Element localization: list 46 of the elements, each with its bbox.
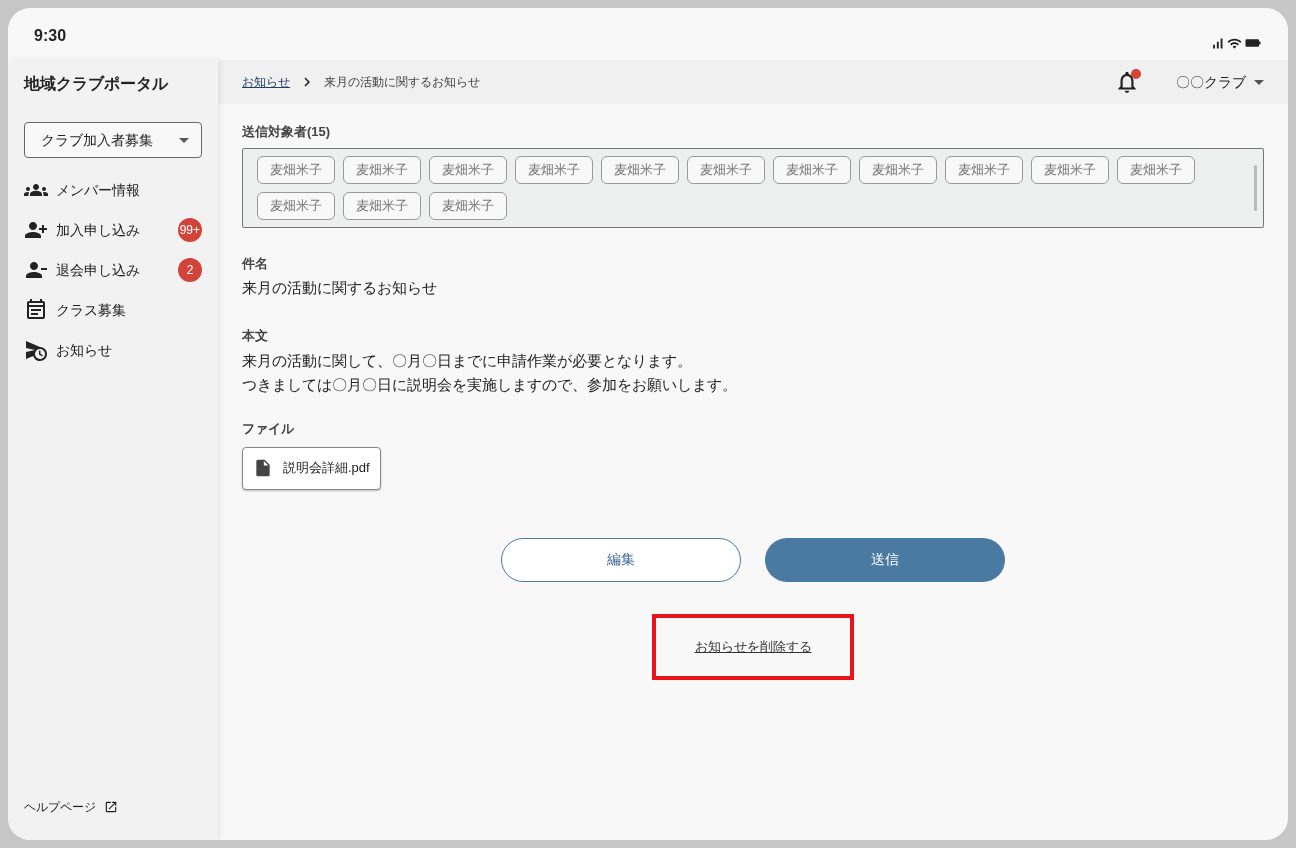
recipient-chip: 麦畑米子 — [429, 155, 507, 184]
club-select[interactable]: クラブ加入者募集 — [24, 122, 202, 158]
subject-text: 来月の活動に関するお知らせ — [242, 278, 438, 298]
recipient-chip: 麦畑米子 — [687, 155, 765, 184]
count-badge: 99+ — [177, 218, 202, 242]
external-link-icon — [104, 800, 118, 814]
recipient-chip: 麦畑米子 — [257, 191, 335, 220]
body-text: つきましては〇月〇日に説明会を実施しますので、参加をお願いします。 — [242, 375, 738, 395]
recipient-chip: 麦畑米子 — [429, 191, 507, 220]
help-link[interactable]: ヘルプページ — [24, 798, 96, 816]
club-menu[interactable]: 〇〇クラブ — [1176, 71, 1264, 93]
status-time: 9:30 — [34, 26, 67, 46]
recipient-chip: 麦畑米子 — [773, 155, 851, 184]
sidebar-item[interactable]: 退会申し込み 2 — [16, 250, 210, 290]
edit-button[interactable]: 編集 — [501, 537, 741, 582]
dropdown-caret-icon — [1254, 79, 1264, 85]
sidebar-item[interactable]: お知らせ — [16, 330, 210, 370]
breadcrumb-link[interactable]: お知らせ — [242, 73, 290, 91]
scheduled-send-icon — [24, 338, 48, 362]
file-attachment[interactable]: 説明会詳細.pdf — [242, 446, 381, 490]
sidebar-item[interactable]: メンバー情報 — [16, 170, 210, 210]
body-text: 来月の活動に関して、〇月〇日までに申請作業が必要となります。 — [242, 351, 693, 371]
send-button[interactable]: 送信 — [765, 537, 1005, 582]
count-badge: 2 — [178, 258, 202, 282]
delete-link[interactable]: お知らせを削除する — [694, 636, 812, 657]
recipient-chip: 麦畑米子 — [859, 155, 937, 184]
recipient-chip: 麦畑米子 — [601, 155, 679, 184]
scrollbar — [1254, 164, 1257, 211]
recipient-chip: 麦畑米子 — [515, 155, 593, 184]
field-label: ファイル — [242, 420, 295, 438]
recipient-chip: 麦畑米子 — [343, 155, 421, 184]
sidebar-item[interactable]: 加入申し込み 99+ — [16, 210, 210, 250]
sidebar-item[interactable]: クラス募集 — [16, 290, 210, 330]
field-label: 送信対象者(15) — [242, 123, 332, 141]
app-title: 地域クラブポータル — [24, 74, 169, 94]
recipient-chip: 麦畑米子 — [343, 191, 421, 220]
calendar-note-icon — [24, 298, 48, 322]
breadcrumb-current: 来月の活動に関するお知らせ — [324, 74, 480, 91]
recipient-chip: 麦畑米子 — [1117, 155, 1195, 184]
dropdown-caret-icon — [179, 137, 189, 143]
recipient-chip: 麦畑米子 — [945, 155, 1023, 184]
field-label: 本文 — [242, 326, 269, 345]
recipient-chip: 麦畑米子 — [257, 155, 335, 184]
file-icon — [253, 458, 273, 478]
field-label: 件名 — [242, 254, 269, 273]
recipient-chip: 麦畑米子 — [1031, 155, 1109, 184]
